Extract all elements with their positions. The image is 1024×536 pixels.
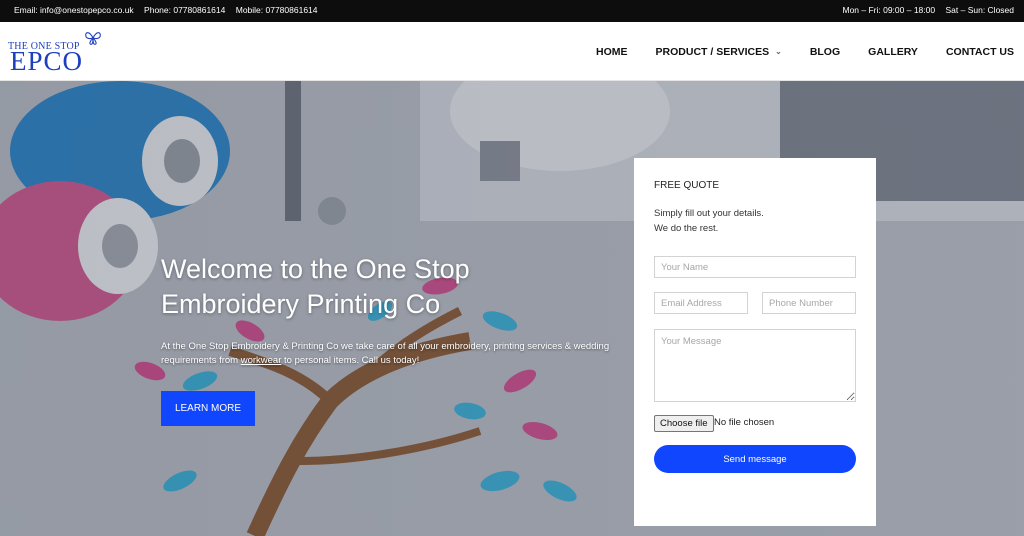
nav-gallery[interactable]: GALLERY: [868, 46, 918, 58]
free-quote-form: FREE QUOTE Simply fill out your details.…: [634, 158, 876, 526]
contact-mobile[interactable]: Mobile: 07780861614: [236, 5, 318, 15]
nav-blog[interactable]: BLOG: [810, 46, 840, 58]
logo-wordmark: EPCO: [10, 46, 84, 76]
email-field[interactable]: [654, 292, 748, 314]
butterfly-icon: [85, 32, 101, 45]
nav-home[interactable]: HOME: [596, 46, 628, 58]
contact-phone[interactable]: Phone: 07780861614: [144, 5, 225, 15]
nav-product-services[interactable]: PRODUCT / SERVICES ⌄: [656, 46, 782, 58]
site-header: THE ONE STOP EPCO HOME PRODUCT / SERVICE…: [0, 22, 1024, 81]
hero-description: At the One Stop Embroidery & Printing Co…: [161, 341, 610, 366]
workwear-link[interactable]: workwear: [241, 355, 282, 366]
chevron-down-icon: ⌄: [775, 47, 782, 56]
form-title: FREE QUOTE: [654, 180, 720, 191]
hero-title: Welcome to the One Stop Embroidery Print…: [161, 254, 470, 319]
site-logo[interactable]: THE ONE STOP EPCO: [8, 28, 108, 76]
opening-hours: Mon – Fri: 09:00 – 18:00 Sat – Sun: Clos…: [834, 5, 1014, 15]
name-field[interactable]: [654, 256, 856, 278]
nav-contact-us[interactable]: CONTACT US: [946, 46, 1014, 58]
learn-more-button[interactable]: LEARN MORE: [161, 391, 255, 426]
hours-weekend: Sat – Sun: Closed: [945, 5, 1014, 15]
message-field[interactable]: [654, 329, 856, 402]
file-status: No file chosen: [714, 417, 775, 428]
top-info-bar: Email: info@onestopepco.co.uk Phone: 077…: [0, 0, 1024, 22]
phone-field[interactable]: [762, 292, 856, 314]
contact-info: Email: info@onestopepco.co.uk Phone: 077…: [14, 5, 326, 15]
hero-section: Welcome to the One Stop Embroidery Print…: [0, 81, 1024, 536]
choose-file-button[interactable]: Choose file: [654, 415, 714, 432]
main-nav: HOME PRODUCT / SERVICES ⌄ BLOG GALLERY C…: [568, 22, 1014, 81]
send-message-button[interactable]: Send message: [654, 445, 856, 473]
contact-email[interactable]: Email: info@onestopepco.co.uk: [14, 5, 134, 15]
form-description: Simply fill out your details. We do the …: [654, 208, 764, 234]
hours-weekdays: Mon – Fri: 09:00 – 18:00: [842, 5, 936, 15]
